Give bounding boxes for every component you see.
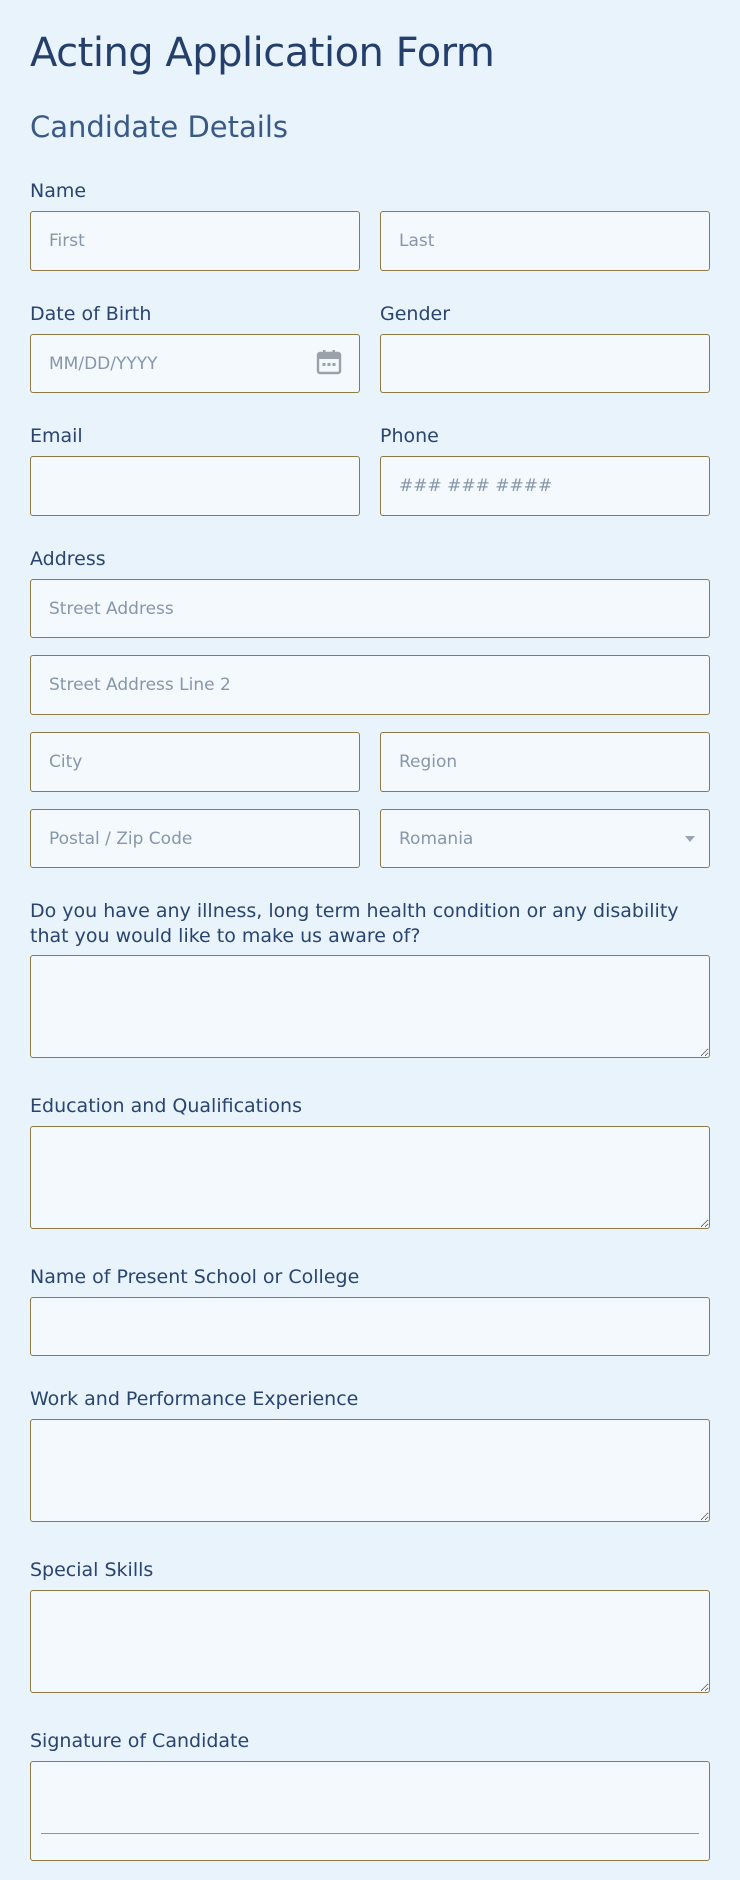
postal-code-input[interactable] xyxy=(30,809,360,868)
last-name-input[interactable] xyxy=(380,211,710,271)
email-label: Email xyxy=(30,425,83,447)
skills-textarea[interactable] xyxy=(30,1590,710,1693)
school-label: Name of Present School or College xyxy=(30,1266,360,1288)
email-input[interactable] xyxy=(30,456,360,516)
form-title: Acting Application Form xyxy=(30,30,495,76)
section-title: Candidate Details xyxy=(30,110,289,144)
acting-application-form: Acting Application Form Candidate Detail… xyxy=(0,0,740,1880)
chevron-down-icon xyxy=(685,836,695,842)
experience-textarea[interactable] xyxy=(30,1419,710,1522)
signature-label: Signature of Candidate xyxy=(30,1730,250,1752)
country-select-value: Romania xyxy=(399,828,474,849)
street-address-input[interactable] xyxy=(30,579,710,638)
city-input[interactable] xyxy=(30,732,360,792)
name-label: Name xyxy=(30,180,87,202)
health-condition-label: Do you have any illness, long term healt… xyxy=(30,900,679,947)
country-select[interactable]: Romania xyxy=(380,809,710,868)
gender-input[interactable] xyxy=(380,334,710,393)
calendar-icon[interactable] xyxy=(316,349,342,375)
health-condition-textarea[interactable] xyxy=(30,955,710,1058)
street-address-line2-input[interactable] xyxy=(30,655,710,715)
signature-pad[interactable] xyxy=(30,1761,710,1861)
phone-label: Phone xyxy=(380,425,439,447)
dob-field-wrapper xyxy=(30,334,360,393)
education-textarea[interactable] xyxy=(30,1126,710,1229)
region-input[interactable] xyxy=(380,732,710,792)
first-name-input[interactable] xyxy=(30,211,360,271)
education-label: Education and Qualifications xyxy=(30,1095,302,1117)
skills-label: Special Skills xyxy=(30,1559,154,1581)
gender-label: Gender xyxy=(380,303,451,325)
signature-line xyxy=(41,1833,699,1834)
dob-input[interactable] xyxy=(30,334,360,393)
phone-input[interactable] xyxy=(380,456,710,516)
address-label: Address xyxy=(30,548,106,570)
dob-label: Date of Birth xyxy=(30,303,152,325)
experience-label: Work and Performance Experience xyxy=(30,1388,359,1410)
school-input[interactable] xyxy=(30,1297,710,1356)
